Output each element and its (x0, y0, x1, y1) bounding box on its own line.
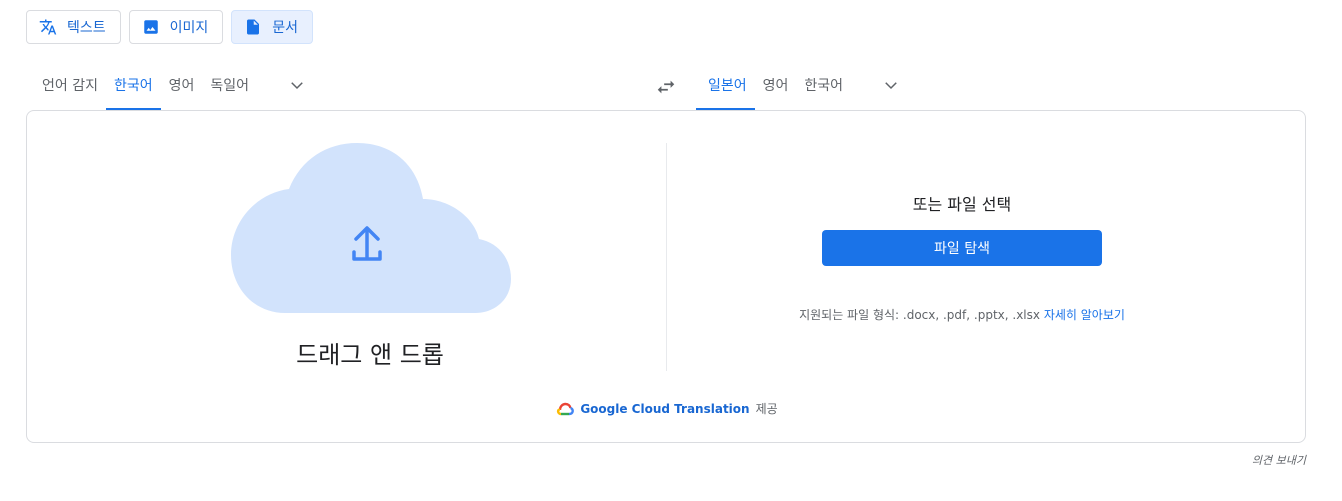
source-lang-korean[interactable]: 한국어 (105, 64, 161, 110)
mode-image-label: 이미지 (169, 20, 209, 36)
mode-text-button[interactable]: 텍스트 (26, 10, 121, 44)
file-select-area: 또는 파일 선택 파일 탐색 지원되는 파일 형식: .docx, .pdf, … (667, 111, 1307, 391)
document-panel: 드래그 앤 드롭 또는 파일 선택 파일 탐색 지원되는 파일 형식: .doc… (26, 110, 1306, 443)
mode-document-label: 문서 (272, 20, 299, 36)
document-icon (244, 18, 262, 36)
chevron-down-icon (291, 82, 303, 90)
target-lang-english[interactable]: 영어 (755, 64, 797, 106)
target-lang-japanese[interactable]: 일본어 (696, 64, 755, 110)
mode-document-button[interactable]: 문서 (231, 10, 314, 44)
powered-by-suffix: 제공 (755, 402, 778, 416)
source-lang-german[interactable]: 독일어 (202, 64, 257, 106)
learn-more-link[interactable]: 자세히 알아보기 (1044, 308, 1125, 322)
or-select-file-label: 또는 파일 선택 (912, 195, 1012, 214)
mode-text-label: 텍스트 (67, 20, 106, 36)
source-language-bar: 언어 감지 한국어 영어 독일어 (30, 64, 317, 110)
image-icon (142, 18, 160, 36)
mode-tabs: 텍스트 이미지 문서 (26, 10, 314, 44)
send-feedback-link[interactable]: 의견 보내기 (1252, 452, 1306, 468)
supported-formats-text: 지원되는 파일 형식: .docx, .pdf, .pptx, .xlsx 자세… (667, 306, 1257, 323)
swap-languages-button[interactable] (650, 74, 682, 100)
source-lang-more-button[interactable] (277, 64, 317, 106)
google-cloud-icon (557, 402, 575, 415)
swap-icon (657, 80, 675, 94)
browse-files-button[interactable]: 파일 탐색 (822, 230, 1102, 266)
cloud-upload-icon (231, 143, 511, 313)
chevron-down-icon (885, 82, 897, 90)
powered-by: Google Cloud Translation 제공 (27, 400, 1307, 417)
mode-image-button[interactable]: 이미지 (128, 10, 224, 44)
supported-formats-label: 지원되는 파일 형식: .docx, .pdf, .pptx, .xlsx (799, 308, 1040, 322)
source-lang-english[interactable]: 영어 (161, 64, 203, 106)
target-lang-korean[interactable]: 한국어 (796, 64, 851, 106)
source-lang-detect[interactable]: 언어 감지 (30, 64, 106, 106)
target-lang-more-button[interactable] (871, 64, 911, 106)
drag-drop-label: 드래그 앤 드롭 (296, 341, 444, 369)
drop-zone[interactable]: 드래그 앤 드롭 (27, 111, 666, 391)
translate-icon (39, 18, 57, 36)
powered-by-brand[interactable]: Google Cloud Translation (580, 402, 749, 416)
target-language-bar: 일본어 영어 한국어 (696, 64, 911, 110)
